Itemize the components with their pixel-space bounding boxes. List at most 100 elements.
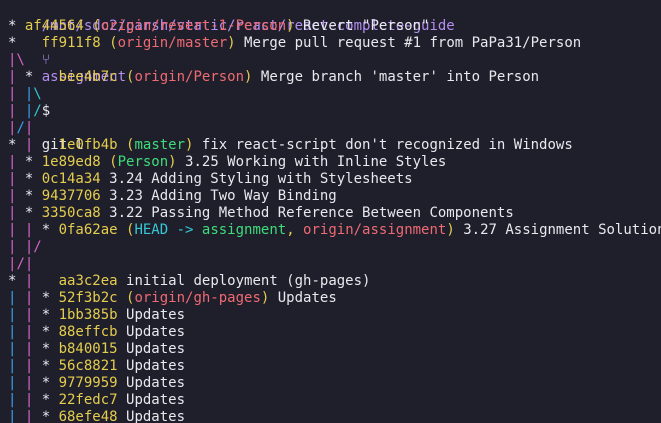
ref-label: origin/revert-1-Person	[100, 18, 287, 34]
graph-edge: /	[33, 239, 42, 255]
prompt-gap	[42, 120, 50, 136]
log-line: * ff911f8 (origin/master) Merge pull req…	[8, 35, 581, 52]
log-line: | * 0c14a34 3.24 Adding Styling with Sty…	[8, 171, 413, 188]
log-text: Updates	[117, 392, 186, 408]
log-text: 3.27 Assignment Solution	[454, 222, 661, 238]
ref-label: origin/Person	[134, 69, 245, 85]
log-line: | | * 1bb385b Updates	[8, 307, 185, 324]
graph-edge: |	[24, 358, 42, 374]
log-line: | | * 22fedc7 Updates	[8, 392, 185, 409]
log-text: Updates	[117, 409, 186, 423]
graph-edge: |	[8, 69, 25, 85]
graph-edge: |	[8, 188, 25, 204]
commit-hash: 3350ca8	[41, 205, 101, 221]
graph-edge: |	[8, 290, 25, 306]
log-text: *	[41, 324, 59, 340]
commit-hash: (	[117, 69, 135, 85]
log-line: | | * 68efe48 Updates	[8, 409, 185, 423]
graph-edge: |	[24, 290, 42, 306]
log-text: *	[24, 188, 42, 204]
log-line: | * bee4b7c (origin/Person) Merge branch…	[8, 69, 539, 86]
graph-edge: |	[24, 222, 42, 238]
graph-edge: /	[16, 120, 25, 136]
log-text: *	[8, 273, 25, 289]
ref-label: Person	[117, 154, 169, 170]
log-line: | * 3350ca8 3.22 Passing Method Referenc…	[8, 205, 514, 222]
log-text: Updates	[117, 375, 186, 391]
commit-hash: (	[117, 290, 135, 306]
log-text: *	[41, 375, 59, 391]
log-line: | |\	[8, 86, 42, 103]
log-line: |\	[8, 52, 25, 69]
commit-hash: )	[286, 18, 295, 34]
git-branch-icon: ⑂	[41, 52, 51, 68]
graph-edge: |	[8, 324, 25, 340]
commit-hash: 22fedc7	[58, 392, 118, 408]
graph-edge: |	[24, 120, 34, 136]
log-text: 3.23 Adding Two Way Binding	[100, 188, 337, 204]
log-text: Updates	[117, 324, 186, 340]
log-text: *	[24, 154, 42, 170]
graph-edge: |	[8, 171, 25, 187]
log-text: 3.22 Passing Method Reference Between Co…	[100, 205, 514, 221]
ref-label: HEAD ->	[134, 222, 202, 238]
commit-hash: (	[83, 18, 101, 34]
log-text: *	[24, 205, 42, 221]
log-text: Updates	[117, 341, 186, 357]
graph-edge: |	[24, 375, 42, 391]
log-text: *	[41, 222, 59, 238]
commit-hash: (	[117, 222, 135, 238]
terminal-window[interactable]: /mnt/sdc2/parsh/static/react/react-compl…	[0, 0, 661, 423]
commit-hash: 68efe48	[58, 409, 118, 423]
commit-hash: )	[446, 222, 455, 238]
log-line: * | 1e0fb4b (master) fix react-script do…	[8, 137, 573, 154]
log-text: Merge branch 'master' into Person	[252, 69, 540, 85]
ref-label: origin/gh-pages	[134, 290, 261, 306]
commit-hash: (	[100, 35, 118, 51]
ref-label: \	[33, 86, 42, 102]
log-line: |/|	[8, 120, 33, 137]
commit-hash: (	[100, 154, 118, 170]
commit-hash: 9437706	[41, 188, 101, 204]
graph-edge: |	[8, 205, 25, 221]
ref-label: /	[33, 103, 42, 119]
log-text: Merge pull request #1 from PaPa31/Person	[235, 35, 582, 51]
graph-edge: |	[8, 307, 25, 323]
commit-hash: )	[168, 154, 177, 170]
ref-label: master	[134, 137, 186, 153]
commit-hash: b840015	[58, 341, 118, 357]
ref-label: origin/assignment	[303, 222, 447, 238]
log-line: | | * 9779959 Updates	[8, 375, 185, 392]
log-text: *	[8, 137, 25, 153]
log-line: | | * 52f3b2c (origin/gh-pages) Updates	[8, 290, 337, 307]
log-text: Updates	[269, 290, 337, 306]
log-text: *	[24, 171, 42, 187]
graph-edge: |	[24, 307, 42, 323]
log-line: |/|	[8, 256, 33, 273]
graph-edge: |	[24, 409, 42, 423]
commit-hash: 88effcb	[58, 324, 118, 340]
log-line: | |/	[8, 103, 42, 120]
graph-edge: |	[8, 358, 25, 374]
commit-hash: 9779959	[58, 375, 118, 391]
log-line: | | * 56c8821 Updates	[8, 358, 185, 375]
log-text: *	[41, 358, 59, 374]
commit-hash: af44564	[24, 18, 84, 34]
commit-hash: )	[227, 35, 236, 51]
commit-hash: 1e89ed8	[41, 154, 101, 170]
commit-hash: bee4b7c	[58, 69, 118, 85]
graph-edge: |	[8, 392, 25, 408]
log-text: *	[8, 18, 25, 34]
graph-edge: |	[8, 375, 25, 391]
log-text: *	[8, 35, 42, 51]
graph-edge: /	[16, 256, 25, 272]
log-text: *	[41, 290, 59, 306]
commit-hash: ,	[286, 222, 304, 238]
commit-hash: (	[117, 137, 135, 153]
log-text: fix react-script don't recognized in Win…	[193, 137, 573, 153]
ref-label: origin/master	[117, 35, 228, 51]
graph-edge: |\	[8, 52, 25, 68]
graph-edge: |	[24, 392, 42, 408]
